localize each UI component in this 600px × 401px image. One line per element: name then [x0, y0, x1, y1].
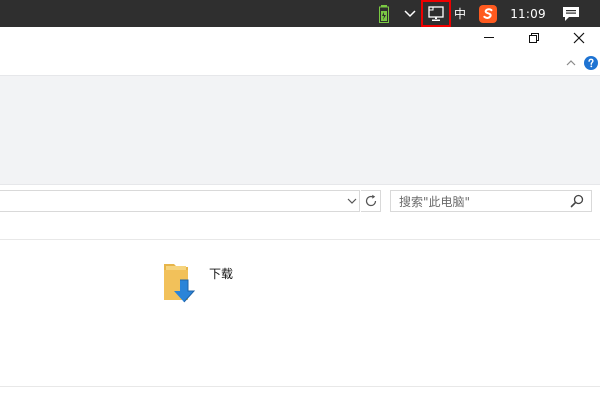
- battery-icon[interactable]: [378, 0, 390, 27]
- ribbon-tab-strip: [0, 51, 600, 75]
- address-bar[interactable]: [0, 190, 360, 212]
- chevron-up-icon: [566, 60, 576, 66]
- show-hidden-icons-chevron-icon[interactable]: [402, 0, 418, 27]
- action-center-icon[interactable]: [560, 0, 582, 27]
- minimize-icon: [484, 37, 494, 38]
- folder-item-label: 下载: [209, 267, 234, 281]
- address-history-dropdown[interactable]: [344, 191, 360, 211]
- sogou-ime-icon[interactable]: [478, 0, 498, 27]
- ime-indicator[interactable]: 中: [451, 0, 469, 27]
- clock-time: 11:09: [510, 6, 546, 21]
- restore-button[interactable]: [519, 27, 549, 49]
- search-icon[interactable]: [569, 193, 585, 209]
- help-button[interactable]: [582, 53, 600, 73]
- network-icon-highlight: [421, 0, 451, 27]
- chevron-down-icon: [347, 198, 357, 204]
- ribbon-area: [0, 75, 600, 185]
- close-button[interactable]: [564, 27, 594, 49]
- restore-icon: [529, 33, 539, 43]
- clock[interactable]: 11:09: [508, 0, 548, 27]
- content-bottom-divider: [0, 386, 600, 387]
- ime-indicator-label: 中: [453, 7, 466, 21]
- content-top-divider: [0, 239, 600, 240]
- close-icon: [573, 32, 585, 44]
- window-titlebar: [0, 27, 600, 51]
- folder-item-downloads[interactable]: [160, 258, 250, 308]
- search-placeholder: 搜索"此电脑": [399, 195, 471, 209]
- downloads-folder-icon: [164, 264, 196, 303]
- minimize-button[interactable]: [474, 27, 504, 49]
- ribbon-expand-button[interactable]: [557, 53, 585, 73]
- help-icon: [584, 56, 598, 70]
- refresh-icon: [365, 194, 376, 207]
- refresh-button[interactable]: [361, 190, 381, 212]
